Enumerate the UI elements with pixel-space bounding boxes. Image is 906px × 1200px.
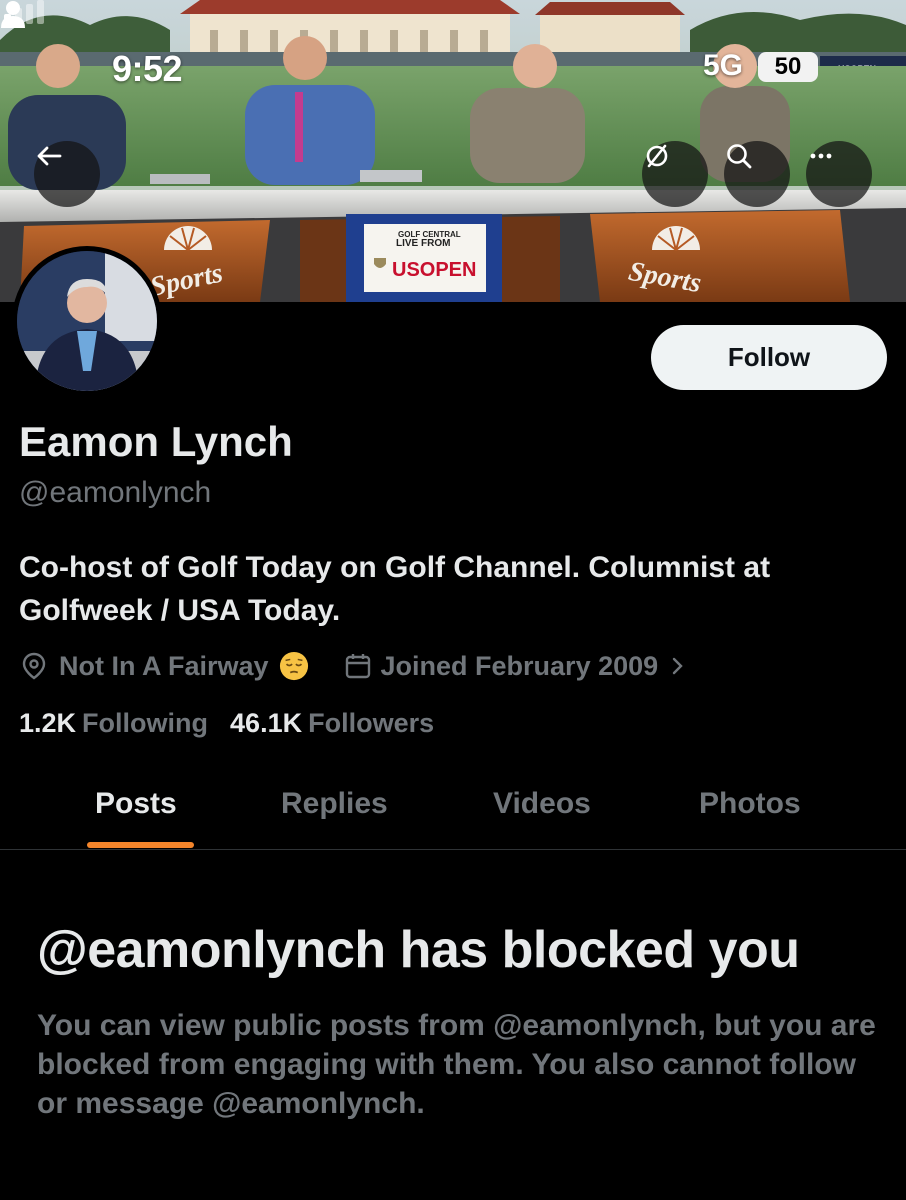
following-stat[interactable]: 1.2K Following <box>19 708 208 739</box>
followers-label: Followers <box>308 708 435 738</box>
network-type: 5G <box>703 49 744 82</box>
search-button[interactable] <box>724 141 790 207</box>
more-icon <box>810 153 832 159</box>
following-label: Following <box>82 708 209 738</box>
profile-handle: @eamonlynch <box>19 476 212 509</box>
tab-photos[interactable]: Photos <box>699 787 801 821</box>
desk-sign-line2: LIVE FROM <box>396 238 450 249</box>
tab-posts[interactable]: Posts <box>95 787 177 821</box>
profile-tabs: Posts Replies Videos Photos <box>0 762 906 850</box>
followers-count: 46.1K <box>230 708 303 738</box>
status-time: 9:52 <box>112 48 183 89</box>
more-button[interactable] <box>806 141 872 207</box>
follow-button[interactable]: Follow <box>651 325 887 390</box>
tab-replies[interactable]: Replies <box>281 787 388 821</box>
blocked-title: @eamonlynch has blocked you <box>37 921 800 979</box>
back-arrow-icon <box>37 146 62 166</box>
avatar-image <box>17 251 157 391</box>
profile-meta: Not In A Fairway Joined February 2009 <box>19 646 688 686</box>
hide-posts-button[interactable] <box>642 141 708 207</box>
calendar-icon <box>345 654 370 679</box>
profile-location: Not In A Fairway <box>59 650 269 681</box>
follow-stats: 1.2K Following 46.1K Followers <box>19 708 434 739</box>
profile-banner[interactable]: USOPEN Sports <box>0 0 906 302</box>
chevron-right-icon[interactable] <box>668 656 688 676</box>
tab-videos[interactable]: Videos <box>493 787 591 821</box>
display-name: Eamon Lynch <box>19 418 293 465</box>
signal-icon <box>4 0 44 24</box>
back-button[interactable] <box>34 141 100 207</box>
battery-indicator: 50 <box>758 52 818 82</box>
location-icon <box>22 652 46 680</box>
search-icon <box>727 144 752 169</box>
status-bar: 9:52 5G 50 <box>0 0 906 89</box>
eye-slash-icon <box>646 144 668 168</box>
joined-date[interactable]: Joined February 2009 <box>381 651 659 682</box>
followers-stat[interactable]: 46.1K Followers <box>230 708 434 739</box>
blocked-message: You can view public posts from @eamonlyn… <box>37 1009 876 1120</box>
profile-avatar[interactable] <box>12 246 162 396</box>
active-tab-indicator <box>87 842 194 848</box>
profile-bio: Co-host of Golf Today on Golf Channel. C… <box>19 551 771 627</box>
following-count: 1.2K <box>19 708 77 738</box>
pensive-face-icon <box>279 651 308 681</box>
desk-sign-line3: USOPEN <box>392 259 476 281</box>
